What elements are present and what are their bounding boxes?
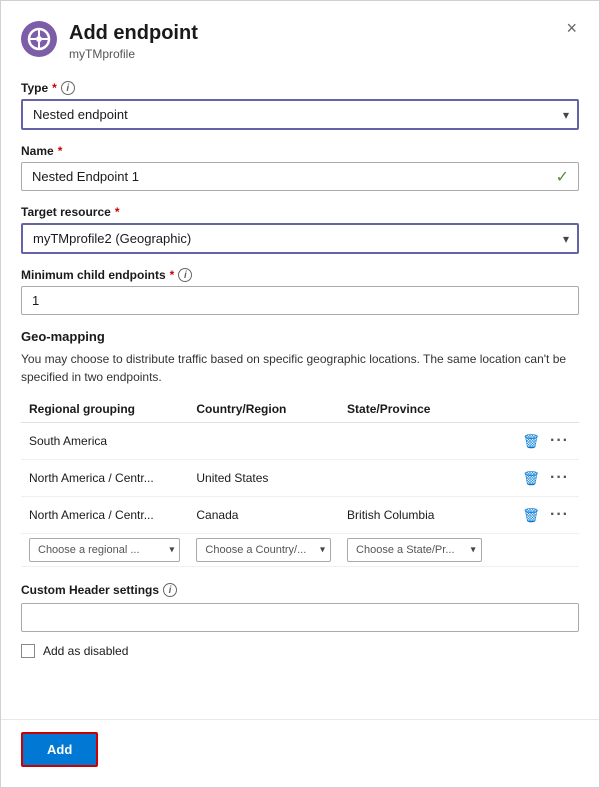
- geo-table-row: North America / Centr... United States 🗑…: [21, 460, 579, 497]
- geo-row-state: British Columbia: [339, 497, 490, 534]
- country-dropdown-wrapper: Choose a Country/... ▾: [196, 538, 331, 562]
- add-disabled-checkbox[interactable]: [21, 644, 35, 658]
- name-input[interactable]: [21, 162, 579, 191]
- custom-header-label: Custom Header settings i: [21, 583, 579, 597]
- geo-row-country: Canada: [188, 497, 339, 534]
- dialog-footer: Add: [1, 719, 599, 787]
- target-resource-required: *: [115, 205, 120, 219]
- more-options-button[interactable]: ···: [548, 467, 571, 489]
- geo-row-actions: 🗑 ···: [490, 497, 579, 534]
- regional-dropdown-wrapper: Choose a regional ... ▾: [29, 538, 180, 562]
- action-icons: 🗑 ···: [498, 504, 571, 526]
- target-resource-field-group: Target resource * myTMprofile2 (Geograph…: [21, 205, 579, 254]
- target-resource-select[interactable]: myTMprofile2 (Geographic): [21, 223, 579, 254]
- add-as-disabled-row: Add as disabled: [21, 644, 579, 658]
- action-icons: 🗑 ···: [498, 467, 571, 489]
- custom-header-input[interactable]: [21, 603, 579, 632]
- add-disabled-label: Add as disabled: [43, 644, 128, 658]
- traffic-manager-icon: [21, 21, 57, 57]
- min-child-field-group: Minimum child endpoints * i: [21, 268, 579, 315]
- geo-row-state: [339, 423, 490, 460]
- country-dropdown-cell: Choose a Country/... ▾: [188, 534, 339, 567]
- type-info-icon[interactable]: i: [61, 81, 75, 95]
- custom-header-section: Custom Header settings i: [21, 583, 579, 632]
- add-button[interactable]: Add: [21, 732, 98, 767]
- type-required: *: [52, 81, 57, 95]
- geo-mapping-title: Geo-mapping: [21, 329, 579, 344]
- min-child-info-icon[interactable]: i: [178, 268, 192, 282]
- geo-row-actions: 🗑 ···: [490, 423, 579, 460]
- title-group: Add endpoint myTMprofile: [69, 21, 198, 61]
- dropdown-row-actions: [490, 534, 579, 567]
- delete-row-button[interactable]: 🗑: [520, 431, 542, 452]
- name-check-icon: ✓: [556, 167, 569, 187]
- geo-table-row: South America 🗑 ···: [21, 423, 579, 460]
- more-options-button[interactable]: ···: [548, 430, 571, 452]
- type-label: Type * i: [21, 81, 579, 95]
- geo-dropdown-row: Choose a regional ... ▾ Choose a Country…: [21, 534, 579, 567]
- type-select[interactable]: Nested endpoint: [21, 99, 579, 130]
- min-child-input[interactable]: [21, 286, 579, 315]
- col-header-state: State/Province: [339, 396, 490, 423]
- geo-row-state: [339, 460, 490, 497]
- col-header-country: Country/Region: [188, 396, 339, 423]
- name-label: Name *: [21, 144, 579, 158]
- name-input-wrapper: ✓: [21, 162, 579, 191]
- geo-row-country: United States: [188, 460, 339, 497]
- delete-row-button[interactable]: 🗑: [520, 505, 542, 526]
- col-header-actions: [490, 396, 579, 423]
- state-dropdown[interactable]: Choose a State/Pr...: [347, 538, 482, 562]
- country-dropdown[interactable]: Choose a Country/...: [196, 538, 331, 562]
- name-required: *: [58, 144, 63, 158]
- delete-row-button[interactable]: 🗑: [520, 468, 542, 489]
- type-field-group: Type * i Nested endpoint ▾: [21, 81, 579, 130]
- col-header-regional: Regional grouping: [21, 396, 188, 423]
- geo-table-header-row: Regional grouping Country/Region State/P…: [21, 396, 579, 423]
- dialog-title: Add endpoint: [69, 21, 198, 45]
- state-dropdown-cell: Choose a State/Pr... ▾: [339, 534, 490, 567]
- dialog-header: Add endpoint myTMprofile ×: [1, 1, 599, 71]
- action-icons: 🗑 ···: [498, 430, 571, 452]
- close-button[interactable]: ×: [560, 17, 583, 39]
- name-field-group: Name * ✓: [21, 144, 579, 191]
- state-dropdown-wrapper: Choose a State/Pr... ▾: [347, 538, 482, 562]
- geo-row-regional: North America / Centr...: [21, 497, 188, 534]
- more-options-button[interactable]: ···: [548, 504, 571, 526]
- geo-mapping-desc: You may choose to distribute traffic bas…: [21, 350, 579, 386]
- dialog-body: Type * i Nested endpoint ▾ Name * ✓: [1, 71, 599, 719]
- geo-row-regional: South America: [21, 423, 188, 460]
- custom-header-info-icon[interactable]: i: [163, 583, 177, 597]
- min-child-label: Minimum child endpoints * i: [21, 268, 579, 282]
- type-select-wrapper: Nested endpoint ▾: [21, 99, 579, 130]
- regional-dropdown[interactable]: Choose a regional ...: [29, 538, 180, 562]
- regional-dropdown-cell: Choose a regional ... ▾: [21, 534, 188, 567]
- geo-mapping-section: Geo-mapping You may choose to distribute…: [21, 329, 579, 567]
- geo-row-country: [188, 423, 339, 460]
- target-resource-label: Target resource *: [21, 205, 579, 219]
- target-resource-select-wrapper: myTMprofile2 (Geographic) ▾: [21, 223, 579, 254]
- geo-mapping-table: Regional grouping Country/Region State/P…: [21, 396, 579, 567]
- dialog-subtitle: myTMprofile: [69, 47, 198, 61]
- geo-table-row: North America / Centr... Canada British …: [21, 497, 579, 534]
- geo-row-actions: 🗑 ···: [490, 460, 579, 497]
- min-child-required: *: [170, 268, 175, 282]
- add-endpoint-dialog: Add endpoint myTMprofile × Type * i Nest…: [0, 0, 600, 788]
- geo-row-regional: North America / Centr...: [21, 460, 188, 497]
